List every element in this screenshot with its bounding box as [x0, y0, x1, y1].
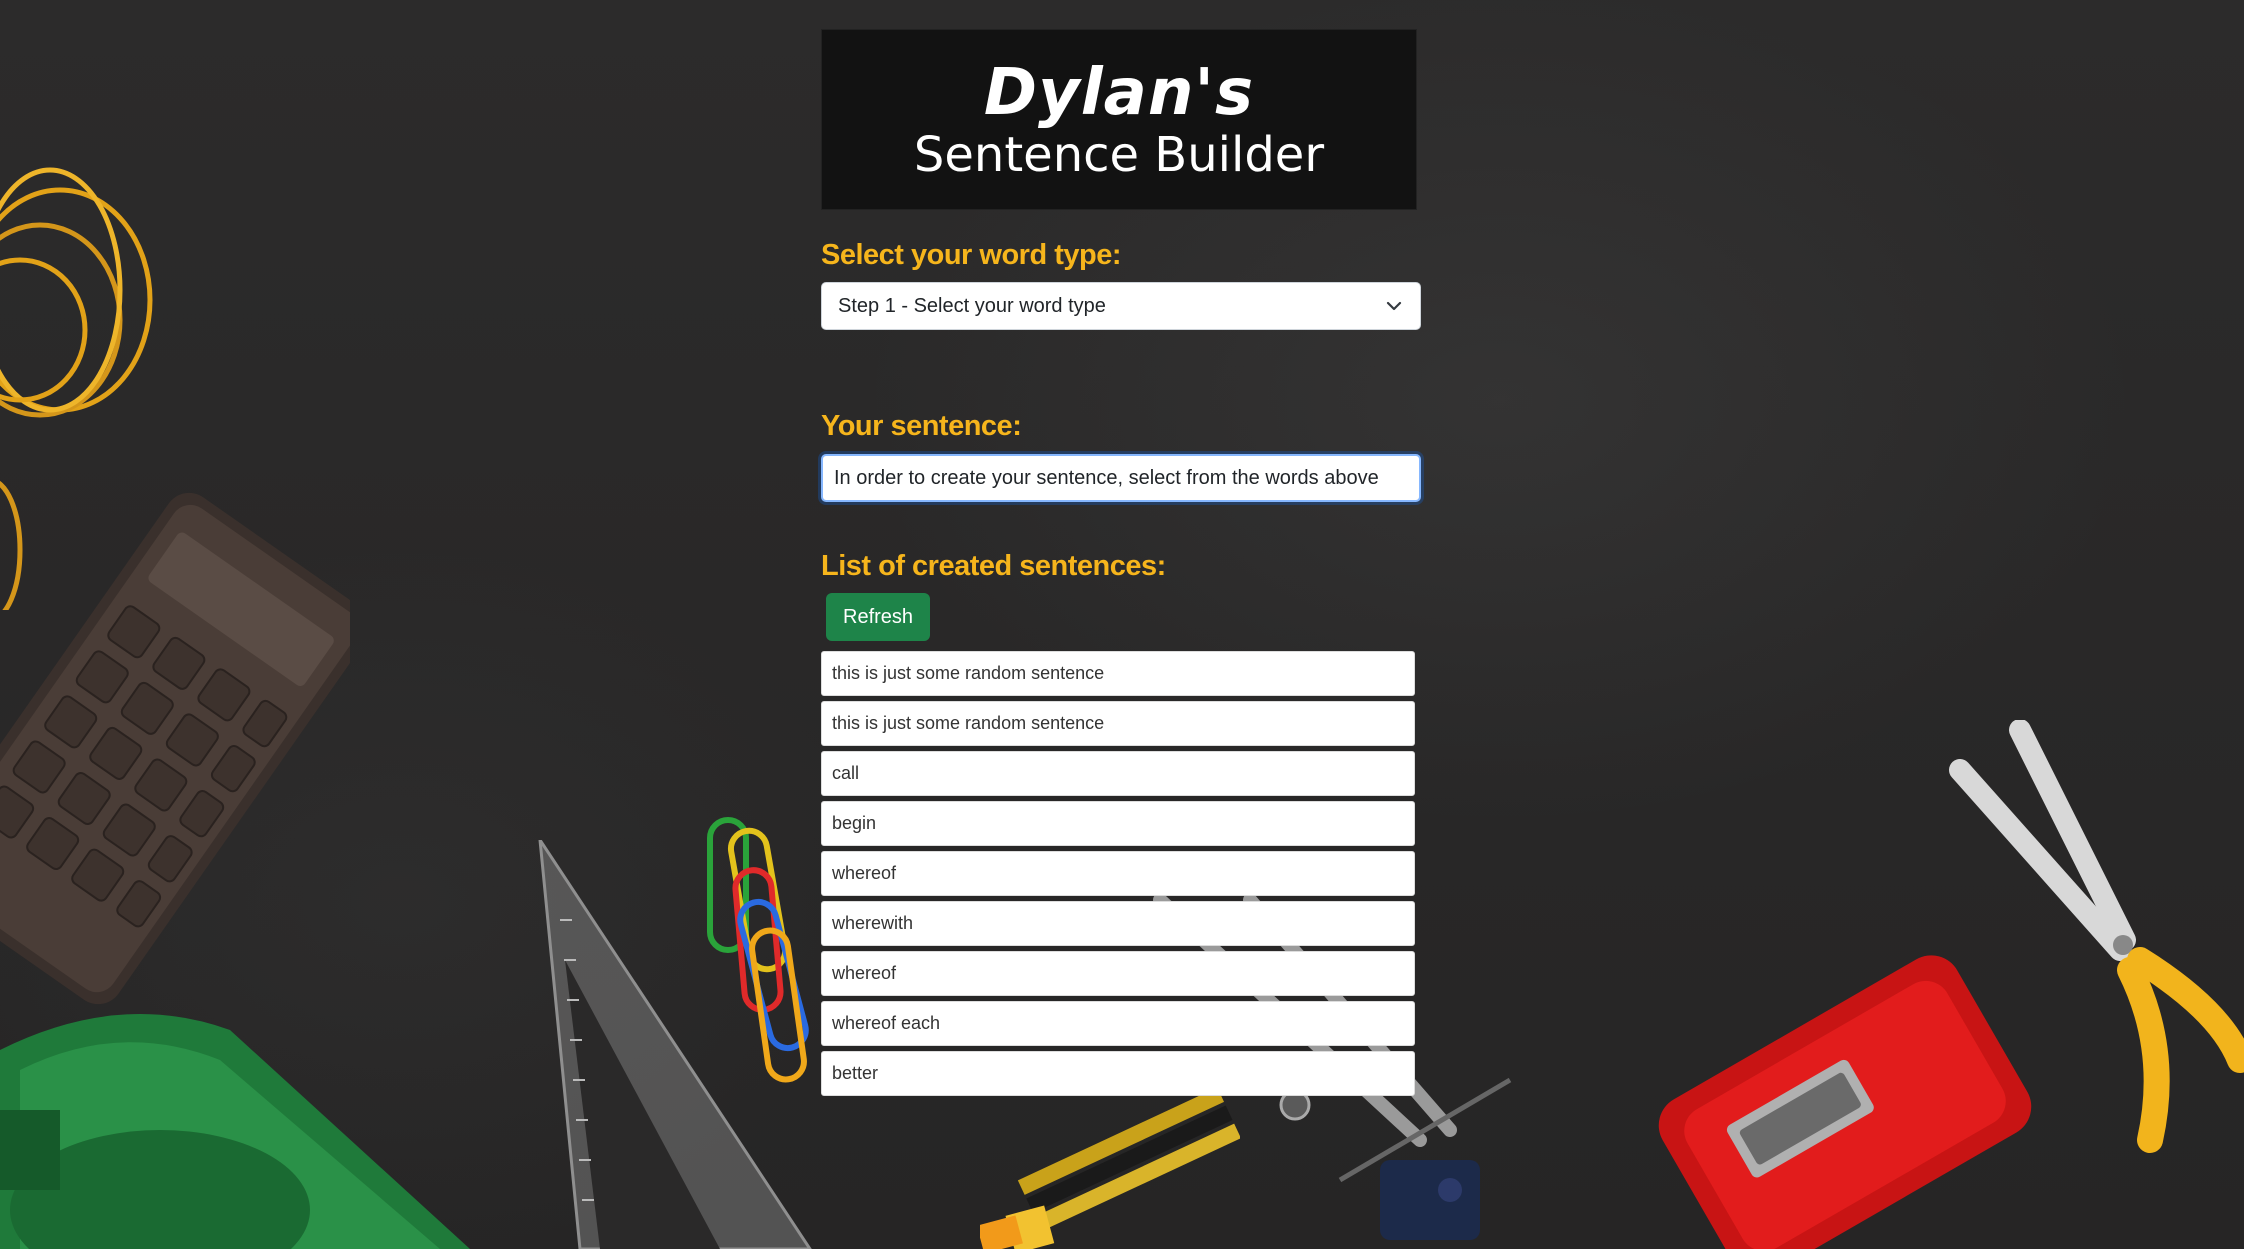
scissors-illustration: [1949, 720, 2244, 1153]
list-item: better: [821, 1051, 1415, 1096]
chevron-down-icon: [1386, 301, 1402, 311]
list-item: wherewith: [821, 901, 1415, 946]
list-item: whereof each: [821, 1001, 1415, 1046]
list-item: whereof: [821, 851, 1415, 896]
list-item: whereof: [821, 951, 1415, 996]
logo-subtitle: Sentence Builder: [913, 126, 1325, 183]
list-item: this is just some random sentence: [821, 651, 1415, 696]
list-item: this is just some random sentence: [821, 701, 1415, 746]
logo-title: Dylan's: [983, 55, 1255, 130]
word-type-label: Select your word type:: [821, 239, 1122, 271]
logo-banner: Dylan's Sentence Builder: [821, 29, 1417, 210]
list-item: call: [821, 751, 1415, 796]
paper-clips-illustration: [707, 817, 809, 1083]
green-tape-dispenser-illustration: [0, 1014, 470, 1249]
word-type-select[interactable]: Step 1 - Select your word type: [821, 282, 1421, 330]
refresh-button[interactable]: Refresh: [826, 593, 931, 641]
word-type-selected-value: Step 1 - Select your word type: [838, 294, 1106, 317]
sentence-label: Your sentence:: [821, 410, 1022, 442]
main-column: Dylan's Sentence Builder Select your wor…: [821, 29, 1421, 1101]
created-sentences-list: this is just some random sentence this i…: [821, 651, 1415, 1096]
list-item: begin: [821, 801, 1415, 846]
created-sentences-label: List of created sentences:: [821, 550, 1166, 582]
sentence-input[interactable]: [821, 454, 1421, 502]
calculator-illustration: [0, 492, 350, 1005]
